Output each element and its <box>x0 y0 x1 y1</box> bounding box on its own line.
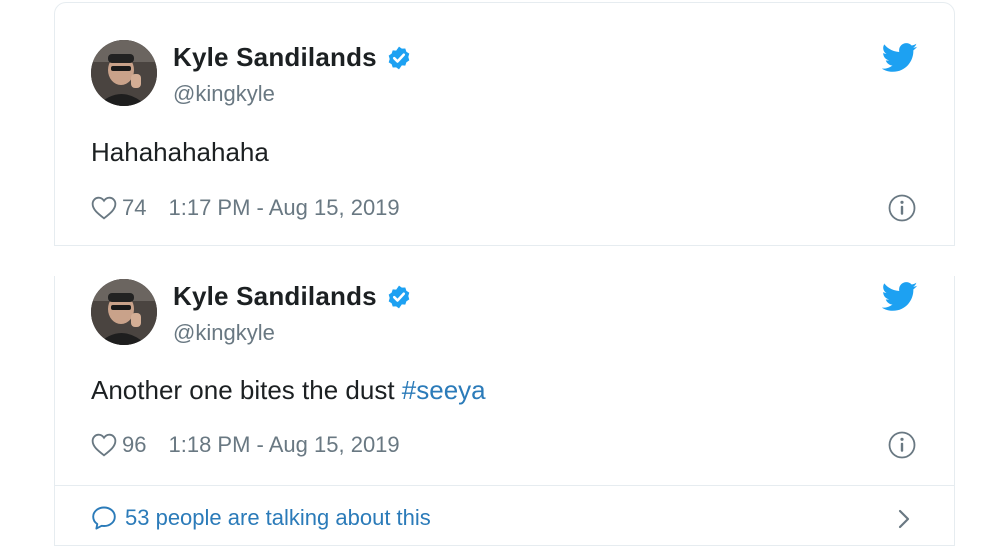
author-name-row[interactable]: Kyle Sandilands <box>173 281 412 312</box>
author-name[interactable]: Kyle Sandilands <box>173 42 377 73</box>
heart-icon[interactable] <box>91 196 117 220</box>
divider <box>55 485 954 486</box>
author-handle[interactable]: @kingkyle <box>173 81 275 107</box>
chevron-right-icon[interactable] <box>896 507 912 531</box>
heart-icon[interactable] <box>91 433 117 457</box>
info-icon[interactable] <box>888 431 916 459</box>
conversation-label[interactable]: 53 people are talking about this <box>125 505 431 531</box>
verified-badge-icon <box>388 46 410 69</box>
like-count[interactable]: 96 <box>122 432 146 458</box>
author-name[interactable]: Kyle Sandilands <box>173 281 377 312</box>
tweet-text: Another one bites the dust #seeya <box>91 375 486 406</box>
tweet-text: Hahahahahaha <box>91 137 269 168</box>
tweet-meta: 96 1:18 PM - Aug 15, 2019 <box>91 432 400 458</box>
verified-badge-icon <box>388 285 410 308</box>
avatar[interactable] <box>91 40 157 106</box>
conversation-link[interactable]: 53 people are talking about this <box>91 505 431 531</box>
tweet-card[interactable]: Kyle Sandilands @kingkyle Another one bi… <box>54 276 955 546</box>
twitter-bird-icon[interactable] <box>882 282 918 312</box>
like-count[interactable]: 74 <box>122 195 146 221</box>
tweet-card[interactable]: Kyle Sandilands @kingkyle Hahahahahaha 7… <box>54 2 955 246</box>
author-name-row[interactable]: Kyle Sandilands <box>173 42 412 73</box>
tweet-meta: 74 1:17 PM - Aug 15, 2019 <box>91 195 400 221</box>
avatar[interactable] <box>91 279 157 345</box>
tweet-timestamp[interactable]: 1:17 PM - Aug 15, 2019 <box>168 195 399 221</box>
tweet-text-body: Hahahahahaha <box>91 137 269 167</box>
author-handle[interactable]: @kingkyle <box>173 320 275 346</box>
hashtag-link[interactable]: #seeya <box>402 375 486 405</box>
tweet-text-body: Another one bites the dust <box>91 375 402 405</box>
tweet-timestamp[interactable]: 1:18 PM - Aug 15, 2019 <box>168 432 399 458</box>
speech-bubble-icon <box>92 506 116 530</box>
twitter-bird-icon[interactable] <box>882 43 918 73</box>
info-icon[interactable] <box>888 194 916 222</box>
